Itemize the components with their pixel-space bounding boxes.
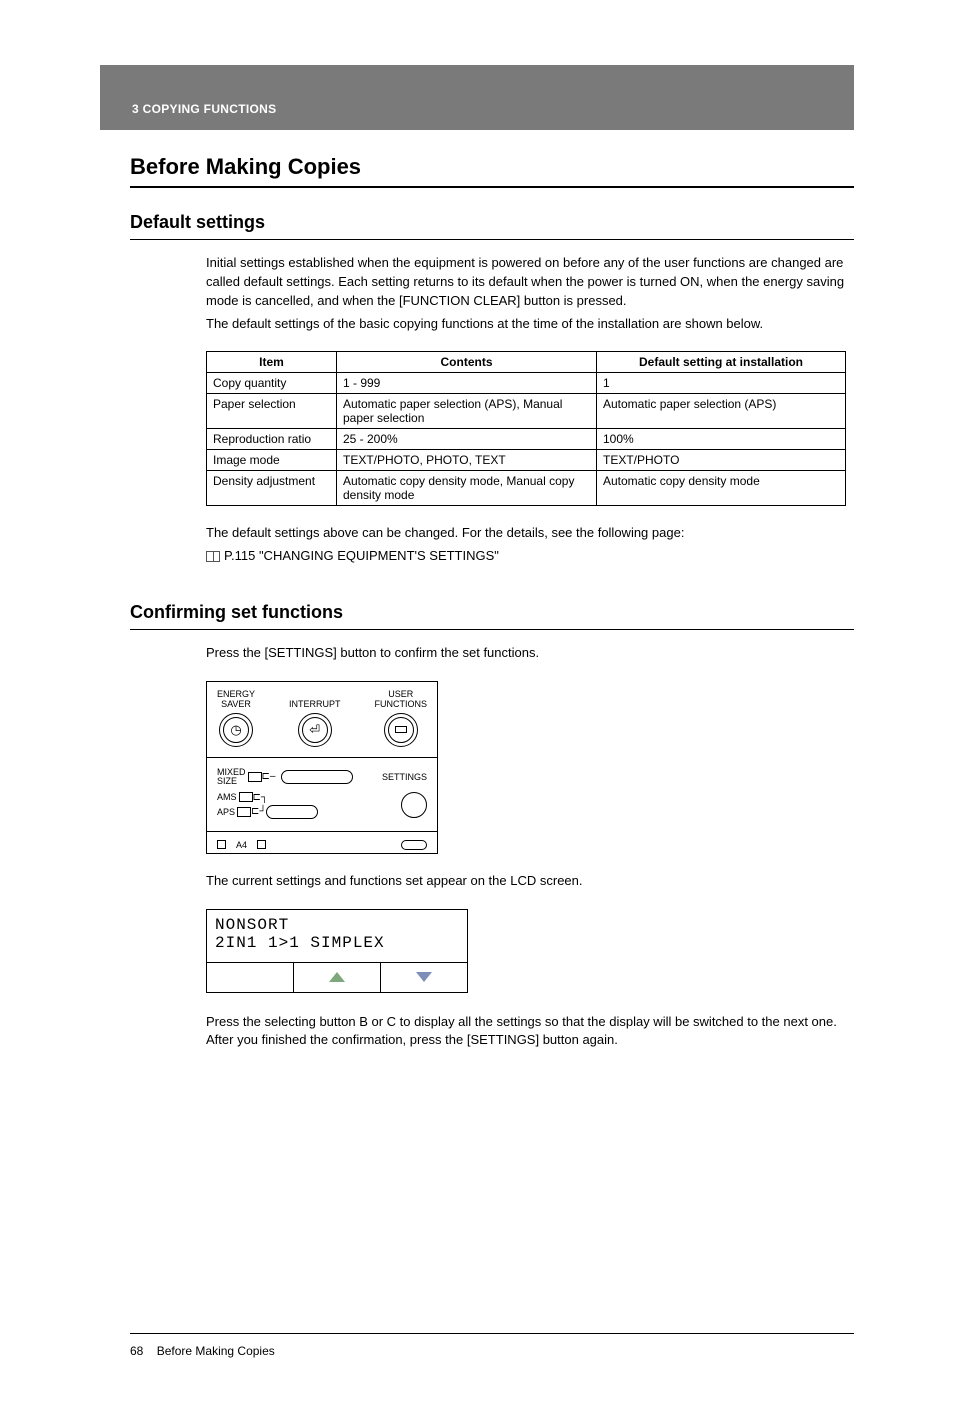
- cell: 25 - 200%: [337, 429, 597, 450]
- panel-mid: MIXED SIZE ⊏– SETTINGS AMS ⊏┐: [207, 758, 437, 831]
- lcd-text-area: NONSORT 2IN1 1>1 SIMPLEX: [207, 910, 467, 962]
- page-footer: 68 Before Making Copies: [130, 1333, 854, 1358]
- doc-icon: [248, 772, 262, 782]
- panel-bottom: A4: [207, 831, 437, 853]
- indicator-pill: [266, 805, 318, 819]
- table-row: Copy quantity 1 - 999 1: [207, 373, 846, 394]
- chapter-label: 3 COPYING FUNCTIONS: [132, 102, 276, 116]
- table-row: Reproduction ratio 25 - 200% 100%: [207, 429, 846, 450]
- lcd-cell-a: [207, 963, 293, 992]
- label: SAVER: [217, 700, 255, 710]
- label: FUNCTIONS: [374, 700, 427, 710]
- ams-icon: [239, 792, 253, 802]
- paper-size-label: A4: [236, 840, 247, 850]
- table-row: Density adjustment Automatic copy densit…: [207, 471, 846, 506]
- paragraph: The default settings above can be change…: [206, 524, 854, 543]
- tray-icon: [401, 840, 427, 850]
- footer-title: Before Making Copies: [157, 1344, 275, 1358]
- cell: Automatic paper selection (APS), Manual …: [337, 394, 597, 429]
- triangle-up-icon: [329, 972, 345, 982]
- book-icon: [206, 551, 220, 562]
- title-rule: [130, 186, 854, 188]
- cell: TEXT/PHOTO: [597, 450, 846, 471]
- paragraph: Initial settings established when the eq…: [206, 254, 854, 311]
- chapter-header: 3 COPYING FUNCTIONS: [100, 65, 854, 130]
- subheading-confirming: Confirming set functions: [130, 602, 854, 623]
- cell: Automatic paper selection (APS): [597, 394, 846, 429]
- settings-button: [401, 792, 427, 818]
- settings-label: SETTINGS: [382, 772, 427, 782]
- cell: 1: [597, 373, 846, 394]
- table-row: Image mode TEXT/PHOTO, PHOTO, TEXT TEXT/…: [207, 450, 846, 471]
- interrupt-icon: ⏎: [302, 717, 328, 743]
- triangle-down-icon: [416, 972, 432, 982]
- cell: Paper selection: [207, 394, 337, 429]
- connector: ⊏┘: [251, 806, 266, 817]
- sub-rule-2: [130, 629, 854, 630]
- paragraph: Press the selecting button B or C to dis…: [206, 1013, 854, 1051]
- list-icon: [388, 717, 414, 743]
- ams-aps-row: AMS ⊏┐ APS ⊏┘: [217, 792, 427, 819]
- default-settings-table: Item Contents Default setting at install…: [206, 351, 846, 506]
- aps-icon: [237, 807, 251, 817]
- label: AMS: [217, 792, 237, 802]
- cell: Density adjustment: [207, 471, 337, 506]
- lcd-line: NONSORT: [215, 916, 459, 934]
- cell: Automatic copy density mode: [597, 471, 846, 506]
- label: APS: [217, 807, 235, 817]
- paragraph: Press the [SETTINGS] button to confirm t…: [206, 644, 854, 663]
- th-contents: Contents: [337, 352, 597, 373]
- lcd-screen: NONSORT 2IN1 1>1 SIMPLEX: [206, 909, 468, 993]
- interrupt-button: INTERRUPT ⏎: [289, 690, 341, 747]
- cell: 1 - 999: [337, 373, 597, 394]
- cell: Image mode: [207, 450, 337, 471]
- cell: 100%: [597, 429, 846, 450]
- th-item: Item: [207, 352, 337, 373]
- table-row: Paper selection Automatic paper selectio…: [207, 394, 846, 429]
- indicator-pill: [281, 770, 353, 784]
- energy-saver-button: ENERGY SAVER ◷: [217, 690, 255, 747]
- clock-icon: ◷: [223, 717, 249, 743]
- subheading-default-settings: Default settings: [130, 212, 854, 233]
- paragraph: The default settings of the basic copyin…: [206, 315, 854, 334]
- paragraph: The current settings and functions set a…: [206, 872, 854, 891]
- connector: ⊏–: [262, 771, 276, 782]
- page-title: Before Making Copies: [130, 154, 854, 180]
- lcd-cell-c: [380, 963, 467, 992]
- sub-rule-1: [130, 239, 854, 240]
- cell: Copy quantity: [207, 373, 337, 394]
- connector: ⊏┐: [253, 792, 268, 803]
- cell: Reproduction ratio: [207, 429, 337, 450]
- lcd-line: 2IN1 1>1 SIMPLEX: [215, 934, 459, 952]
- ref-text: P.115 "CHANGING EQUIPMENT'S SETTINGS": [224, 548, 499, 563]
- cell: Automatic copy density mode, Manual copy…: [337, 471, 597, 506]
- square-icon: [217, 840, 226, 849]
- th-default: Default setting at installation: [597, 352, 846, 373]
- cross-reference: P.115 "CHANGING EQUIPMENT'S SETTINGS": [206, 547, 854, 566]
- mixed-size-row: MIXED SIZE ⊏– SETTINGS: [217, 768, 427, 786]
- square-icon: [257, 840, 266, 849]
- user-functions-button: USER FUNCTIONS: [374, 690, 427, 747]
- lcd-buttons: [207, 962, 467, 992]
- cell: TEXT/PHOTO, PHOTO, TEXT: [337, 450, 597, 471]
- page-number: 68: [130, 1344, 143, 1358]
- control-panel-illustration: ENERGY SAVER ◷ INTERRUPT ⏎ USER FUNCTION…: [206, 681, 438, 854]
- lcd-cell-b: [293, 963, 380, 992]
- panel-top-row: ENERGY SAVER ◷ INTERRUPT ⏎ USER FUNCTION…: [207, 682, 437, 758]
- label: INTERRUPT: [289, 700, 341, 710]
- label: SIZE: [217, 776, 237, 786]
